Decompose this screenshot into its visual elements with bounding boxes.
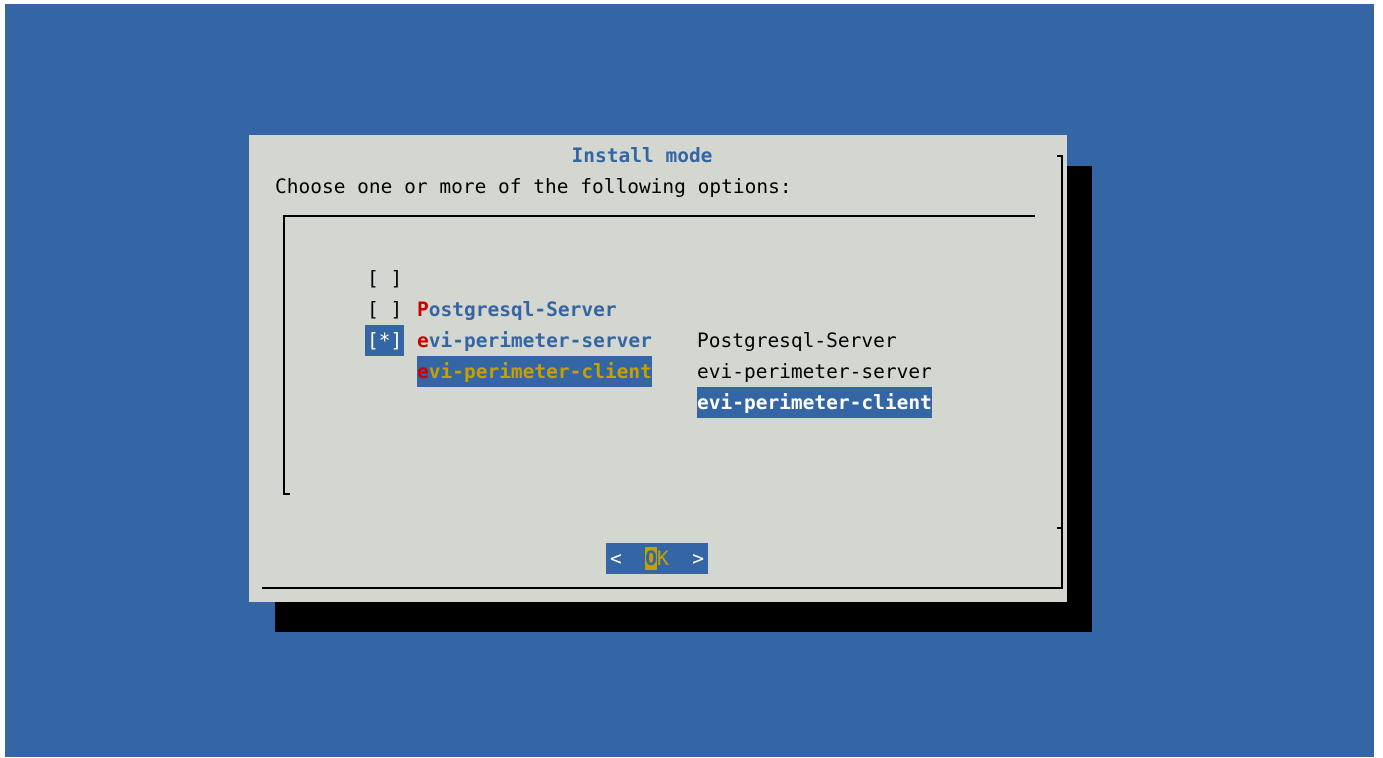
- list-item[interactable]: [ ] Postgresql-Server Postgresql-Server: [283, 232, 897, 352]
- ok-button-right: >: [668, 547, 704, 570]
- dialog-title: Install mode: [571, 144, 713, 167]
- option-hotkey: e: [417, 329, 429, 352]
- option-tag: evi-perimeter-server: [417, 325, 652, 356]
- list-item-selected[interactable]: [*] evi-perimeter-client evi-perimeter-c…: [283, 294, 932, 418]
- dialog-prompt: Choose one or more of the following opti…: [275, 175, 792, 198]
- options-list[interactable]: [ ] Postgresql-Server Postgresql-Server …: [283, 215, 1035, 495]
- ok-button-hotkey: O: [645, 547, 657, 570]
- option-tag-rest: ostgresql-Server: [428, 298, 617, 321]
- terminal-screen: Install mode Choose one or more of the f…: [5, 4, 1374, 757]
- dialog-border-right-upper: [1061, 155, 1063, 529]
- list-border-bottom-left: [283, 493, 290, 495]
- install-mode-dialog: Install mode Choose one or more of the f…: [249, 135, 1067, 602]
- dialog-border-bottom: [262, 587, 1063, 589]
- option-item: evi-perimeter-server: [697, 360, 932, 383]
- ok-button-left: <: [610, 547, 646, 570]
- option-hotkey: e: [417, 360, 429, 383]
- option-item: evi-perimeter-client: [697, 387, 932, 418]
- option-tag: evi-perimeter-client: [417, 356, 652, 387]
- list-border-top: [283, 215, 1035, 217]
- dialog-border-right-lower: [1061, 527, 1063, 589]
- option-tag-rest: vi-perimeter-server: [428, 329, 652, 352]
- list-item[interactable]: [ ] evi-perimeter-server evi-perimeter-s…: [283, 263, 932, 383]
- option-tag: Postgresql-Server: [417, 294, 617, 325]
- option-item: Postgresql-Server: [697, 329, 897, 352]
- ok-button-label-rest: K: [656, 547, 669, 570]
- option-hotkey: P: [417, 298, 429, 321]
- checkbox-checked[interactable]: [*]: [365, 325, 405, 356]
- option-tag-rest: vi-perimeter-client: [428, 360, 652, 383]
- ok-button[interactable]: < OK >: [606, 543, 708, 574]
